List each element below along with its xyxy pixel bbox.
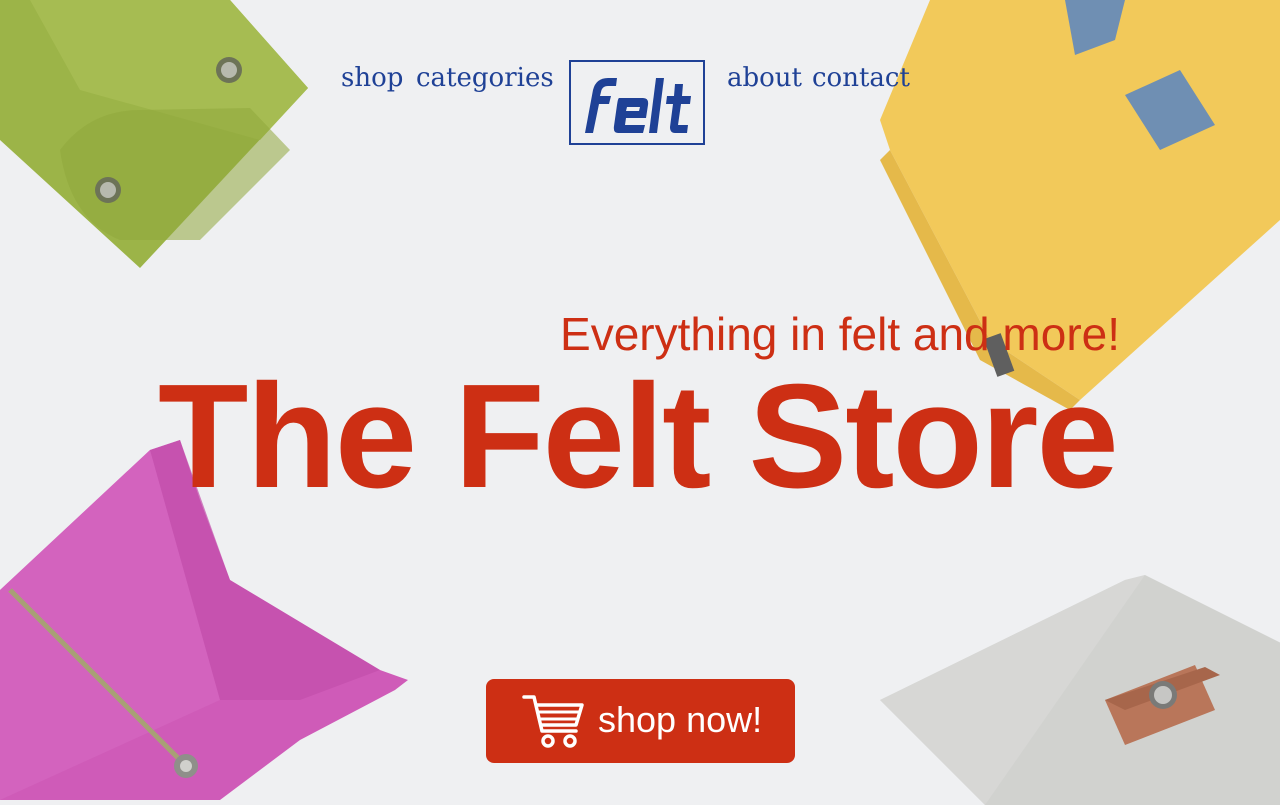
grey-felt-case-image <box>880 575 1280 805</box>
shopping-cart-icon <box>522 695 584 748</box>
nav-link-shop[interactable]: shop <box>341 60 403 96</box>
hero-title: The Felt Store <box>158 354 1119 519</box>
felt-logo[interactable]: felt <box>569 60 705 145</box>
top-navigation: shop categories felt about contact <box>0 0 1280 145</box>
shop-now-button[interactable]: shop now! <box>486 679 795 763</box>
nav-link-about[interactable]: about <box>727 60 802 96</box>
felt-logo-mark <box>585 78 691 133</box>
nav-link-categories[interactable]: categories <box>416 60 554 96</box>
nav-link-contact[interactable]: contact <box>812 60 910 96</box>
shop-now-label: shop now! <box>598 699 763 740</box>
